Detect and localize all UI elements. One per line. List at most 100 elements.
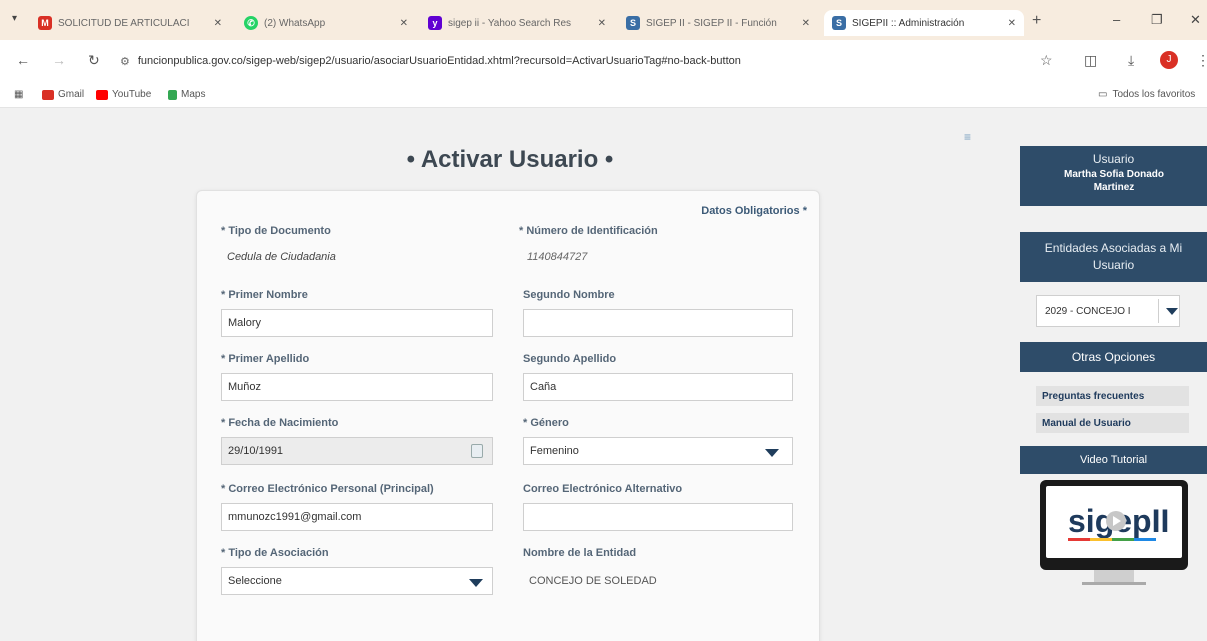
bookmark-label: Gmail	[58, 89, 85, 100]
correo-alternativo-label: Correo Electrónico Alternativo	[523, 483, 683, 495]
user-label: Usuario	[1092, 152, 1135, 166]
bookmark-label: Maps	[181, 89, 206, 100]
tab-search-chevron-icon[interactable]: ▾	[12, 13, 17, 24]
tab-gmail[interactable]: M SOLICITUD DE ARTICULACI ✕	[30, 10, 230, 36]
chevron-down-icon[interactable]	[1166, 308, 1178, 315]
fecha-nacimiento-input[interactable]: 29/10/1991	[221, 437, 493, 465]
page-content: • Activar Usuario • ≡ Datos Obligatorios…	[0, 108, 1207, 641]
monitor-base	[1082, 582, 1146, 585]
video-tutorial-label: Video Tutorial	[1079, 454, 1148, 466]
user-name: Martha Sofia Donado Martinez	[1063, 169, 1164, 193]
correo-personal-label: * Correo Electrónico Personal (Principal…	[221, 483, 434, 495]
gmail-icon: M	[38, 16, 52, 30]
address-bar[interactable]: ⚙ funcionpublica.gov.co/sigep-web/sigep2…	[120, 48, 1020, 74]
extensions-icon[interactable]: ◫	[1084, 52, 1097, 69]
sigep-icon: S	[832, 16, 846, 30]
nombre-entidad-label: Nombre de la Entidad	[523, 547, 637, 559]
numero-identificacion-label: * Número de Identificación	[519, 225, 658, 237]
user-manual-link[interactable]: Manual de Usuario	[1036, 413, 1189, 433]
video-tutorial-player[interactable]: sigepII	[1040, 480, 1188, 570]
sigep-logo: sigepII	[1068, 503, 1169, 541]
close-icon[interactable]: ✕	[802, 18, 810, 29]
nombre-entidad-value: CONCEJO DE SOLEDAD	[529, 575, 657, 587]
segundo-apellido-label: Segundo Apellido	[523, 353, 617, 365]
bookmarks-bar: ▦ Gmail YouTube Maps ▭ Todos los favorit…	[0, 82, 1207, 108]
back-icon[interactable]: ←	[16, 52, 30, 68]
bookmark-label: YouTube	[112, 89, 152, 100]
segundo-nombre-input[interactable]	[523, 309, 793, 337]
tab-yahoo[interactable]: y sigep ii - Yahoo Search Res ✕	[420, 10, 614, 36]
close-icon[interactable]: ✕	[1008, 18, 1016, 29]
sidebar-entities-header: Entidades Asociadas a Mi Usuario	[1020, 232, 1207, 282]
hamburger-menu-icon[interactable]: ≡	[964, 130, 971, 144]
folder-icon: ▭	[1098, 89, 1108, 100]
video-screen[interactable]: sigepII	[1046, 486, 1182, 558]
primer-nombre-label: * Primer Nombre	[221, 289, 308, 301]
calendar-icon[interactable]	[471, 444, 483, 458]
tab-label: SOLICITUD DE ARTICULACI	[58, 17, 190, 29]
maps-icon	[168, 89, 177, 100]
numero-identificacion-value: 1140844727	[527, 251, 588, 263]
tab-label: SIGEPII :: Administración	[852, 17, 965, 29]
sidebar-other-options-header: Otras Opciones	[1020, 342, 1207, 372]
tipo-documento-value: Cedula de Ciudadania	[227, 251, 336, 263]
bookmark-maps[interactable]: Maps	[168, 89, 205, 100]
activate-user-form: Datos Obligatorios * * Tipo de Documento…	[196, 190, 820, 641]
all-bookmarks-label: Todos los favoritos	[1112, 89, 1196, 100]
tipo-asociacion-select[interactable]: Seleccione	[221, 567, 493, 595]
close-icon[interactable]: ✕	[598, 18, 606, 29]
close-window-icon[interactable]: ✕	[1190, 12, 1201, 28]
entity-select-value: 2029 - CONCEJO I	[1045, 305, 1131, 317]
chevron-down-icon[interactable]	[765, 449, 779, 457]
entities-label: Entidades Asociadas a Mi Usuario	[1044, 241, 1183, 272]
url-text[interactable]: funcionpublica.gov.co/sigep-web/sigep2/u…	[138, 55, 741, 67]
primer-nombre-input[interactable]: Malory	[221, 309, 493, 337]
entity-select[interactable]: 2029 - CONCEJO I	[1036, 295, 1180, 327]
correo-personal-input[interactable]: mmunozc1991@gmail.com	[221, 503, 493, 531]
new-tab-button[interactable]: +	[1032, 12, 1041, 30]
tab-label: sigep ii - Yahoo Search Res	[448, 17, 572, 29]
browser-toolbar: ← → ↻ ⚙ funcionpublica.gov.co/sigep-web/…	[0, 40, 1207, 82]
sidebar-video-header: Video Tutorial	[1020, 446, 1207, 474]
chevron-down-icon[interactable]	[469, 579, 483, 587]
menu-dots-icon[interactable]: ⋮	[1196, 52, 1207, 69]
faq-link[interactable]: Preguntas frecuentes	[1036, 386, 1189, 406]
tab-label: SIGEP II - SIGEP II - Función	[646, 17, 777, 29]
close-icon[interactable]: ✕	[214, 18, 222, 29]
forward-icon[interactable]: →	[52, 52, 66, 68]
monitor-stand	[1094, 570, 1134, 582]
tab-label: (2) WhatsApp	[264, 17, 326, 29]
genero-label: * Género	[523, 417, 569, 429]
site-info-icon[interactable]: ⚙	[120, 55, 130, 68]
reload-icon[interactable]: ↻	[88, 52, 100, 69]
downloads-icon[interactable]: ⤓	[1128, 52, 1134, 69]
tab-whatsapp[interactable]: ✆ (2) WhatsApp ✕	[236, 10, 416, 36]
apps-grid-icon[interactable]: ▦	[14, 89, 23, 100]
maximize-icon[interactable]: ❐	[1151, 12, 1163, 28]
primer-apellido-label: * Primer Apellido	[221, 353, 310, 365]
all-bookmarks[interactable]: ▭ Todos los favoritos	[1098, 89, 1195, 100]
bookmark-youtube[interactable]: YouTube	[96, 89, 151, 100]
browser-tab-bar: ▾ M SOLICITUD DE ARTICULACI ✕ ✆ (2) What…	[0, 0, 1207, 40]
bookmark-star-icon[interactable]: ☆	[1040, 52, 1053, 69]
sidebar-user-panel: Usuario Martha Sofia Donado Martinez	[1020, 146, 1207, 206]
tipo-documento-label: * Tipo de Documento	[221, 225, 331, 237]
youtube-icon	[96, 89, 108, 100]
select-divider	[1158, 299, 1159, 323]
other-options-label: Otras Opciones	[1071, 350, 1156, 364]
close-icon[interactable]: ✕	[400, 18, 408, 29]
segundo-nombre-label: Segundo Nombre	[523, 289, 615, 301]
genero-select[interactable]: Femenino	[523, 437, 793, 465]
minimize-icon[interactable]: –	[1113, 12, 1120, 27]
tab-sigep-administracion[interactable]: S SIGEPII :: Administración ✕	[824, 10, 1024, 36]
tab-sigep-funcion[interactable]: S SIGEP II - SIGEP II - Función ✕	[618, 10, 818, 36]
bookmark-gmail[interactable]: Gmail	[42, 89, 84, 100]
correo-alternativo-input[interactable]	[523, 503, 793, 531]
tipo-asociacion-label: * Tipo de Asociación	[221, 547, 329, 559]
primer-apellido-input[interactable]: Muñoz	[221, 373, 493, 401]
required-fields-note: Datos Obligatorios *	[701, 205, 807, 217]
profile-avatar[interactable]: J	[1160, 51, 1178, 69]
fecha-nacimiento-label: * Fecha de Nacimiento	[221, 417, 339, 429]
gmail-icon	[42, 89, 54, 100]
segundo-apellido-input[interactable]: Caña	[523, 373, 793, 401]
